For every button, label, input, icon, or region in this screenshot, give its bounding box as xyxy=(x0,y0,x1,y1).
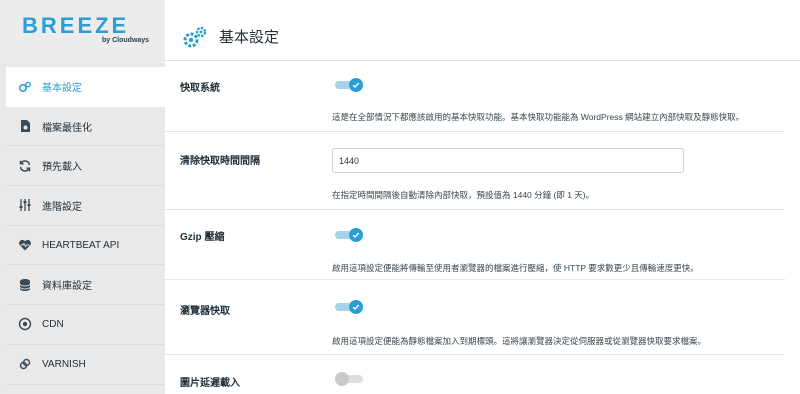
gears-icon xyxy=(18,80,32,94)
sidebar-menu: 基本設定 檔案最佳化 預先載入 進階設定 HEARTBEAT API 資料庫設定… xyxy=(6,67,165,385)
main-panel: 基本設定 快取系統 這是在全部情況下都應該啟用的基本快取功能。基本快取功能能為 … xyxy=(165,0,800,394)
lazy-load-toggle[interactable] xyxy=(335,372,363,386)
sidebar-item-label: VARNISH xyxy=(42,358,86,370)
sidebar-item-advanced[interactable]: 進階設定 xyxy=(6,186,165,226)
check-icon xyxy=(349,300,363,314)
setting-row-browser-cache: 瀏覽器快取 啟用這項設定便能為靜態檔案加入到期標頭。這將讓瀏覽器決定從伺服器或從… xyxy=(165,280,785,355)
globe-icon xyxy=(18,317,32,331)
setting-label: 清除快取時間間隔 xyxy=(180,156,260,167)
brand-byline: by Cloudways xyxy=(102,37,150,44)
sidebar-item-varnish[interactable]: VARNISH xyxy=(6,345,165,385)
gzip-toggle[interactable] xyxy=(335,228,363,242)
setting-label: 圖片延遲載入 xyxy=(180,378,240,389)
brand-wordmark: BREEZE xyxy=(22,13,130,38)
brand-logo: BREEZE by Cloudways xyxy=(0,0,165,63)
setting-description: 啟用這項設定便能為靜態檔案加入到期標頭。這將讓瀏覽器決定從伺服器或從瀏覽器快取要… xyxy=(332,336,707,346)
file-gear-icon xyxy=(18,119,32,133)
sidebar-item-heartbeat[interactable]: HEARTBEAT API xyxy=(6,226,165,266)
purge-interval-input[interactable] xyxy=(332,148,684,173)
browser-cache-toggle[interactable] xyxy=(335,300,363,314)
setting-label: Gzip 壓縮 xyxy=(180,232,225,243)
sidebar-item-label: CDN xyxy=(42,318,64,330)
sidebar-item-label: 檔案最佳化 xyxy=(42,122,92,134)
sync-icon xyxy=(18,159,32,173)
setting-label: 瀏覽器快取 xyxy=(180,306,230,317)
setting-description: 在指定時間間隔後自動清除內部快取，預設值為 1440 分鐘 (即 1 天)。 xyxy=(332,190,595,200)
check-icon xyxy=(349,228,363,242)
page-title: 基本設定 xyxy=(219,28,280,46)
setting-description: 這是在全部情況下都應該啟用的基本快取功能。基本快取功能能為 WordPress … xyxy=(332,112,745,122)
sidebar-item-database[interactable]: 資料庫設定 xyxy=(6,265,165,306)
check-icon xyxy=(349,78,363,92)
app-window: BREEZE by Cloudways 基本設定 檔案最佳化 預先載入 進階設定… xyxy=(0,0,800,394)
sidebar-item-cdn[interactable]: CDN xyxy=(6,305,165,345)
setting-row-cache-system: 快取系統 這是在全部情況下都應該啟用的基本快取功能。基本快取功能能為 WordP… xyxy=(165,62,785,132)
gears-icon xyxy=(182,25,207,49)
sidebar-item-label: HEARTBEAT API xyxy=(42,239,120,251)
sidebar-item-label: 預先載入 xyxy=(42,162,82,174)
page-header: 基本設定 xyxy=(165,5,800,61)
toggle-knob xyxy=(335,372,349,386)
sliders-icon xyxy=(18,198,32,212)
setting-row-purge-interval: 清除快取時間間隔 在指定時間間隔後自動清除內部快取，預設值為 1440 分鐘 (… xyxy=(165,132,785,210)
setting-row-gzip: Gzip 壓縮 啟用這項設定便能將傳輸至使用者瀏覽器的檔案進行壓縮，使 HTTP… xyxy=(165,210,785,280)
sidebar-item-file-optimization[interactable]: 檔案最佳化 xyxy=(6,107,165,147)
sidebar-item-basic-settings[interactable]: 基本設定 xyxy=(6,67,165,107)
heart-pulse-icon xyxy=(18,238,32,252)
setting-label: 快取系統 xyxy=(180,83,220,94)
link-icon xyxy=(18,357,32,371)
setting-description: 啟用這項設定便能將傳輸至使用者瀏覽器的檔案進行壓縮，使 HTTP 要求數更少且傳… xyxy=(332,263,699,273)
sidebar: BREEZE by Cloudways 基本設定 檔案最佳化 預先載入 進階設定… xyxy=(0,0,165,394)
database-icon xyxy=(18,278,32,292)
setting-row-lazy-load: 圖片延遲載入 xyxy=(165,355,785,394)
sidebar-item-label: 資料庫設定 xyxy=(42,281,92,293)
sidebar-item-label: 進階設定 xyxy=(42,201,82,213)
cache-system-toggle[interactable] xyxy=(335,78,363,92)
sidebar-item-preload[interactable]: 預先載入 xyxy=(6,146,165,187)
sidebar-item-label: 基本設定 xyxy=(42,83,82,95)
